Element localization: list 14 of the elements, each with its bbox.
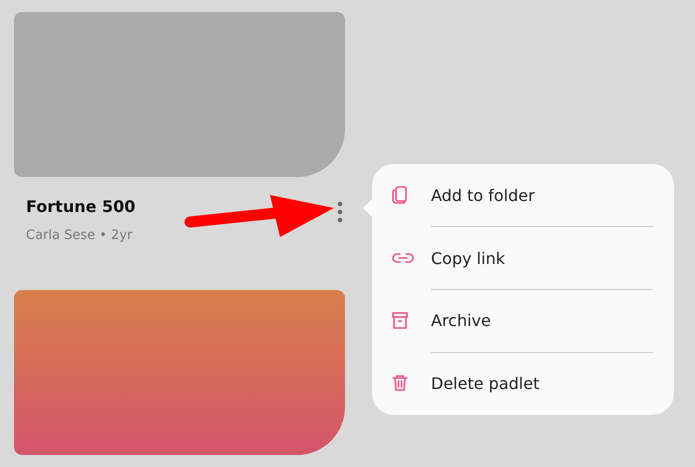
padlet-title: Fortune 500 [26, 197, 136, 216]
link-icon [392, 252, 414, 264]
padlet-byline: Carla Sese • 2yr [26, 228, 134, 243]
menu-item[interactable]: Archive [372, 300, 674, 341]
more-icon [337, 201, 343, 223]
more-button[interactable] [335, 199, 345, 225]
copy-icon [392, 186, 408, 204]
menu-item[interactable]: Copy link [372, 238, 674, 278]
menu-item[interactable]: Add to folder [372, 175, 674, 216]
archive-icon [392, 312, 408, 330]
thumbnail[interactable] [14, 290, 345, 455]
trash-icon [392, 374, 408, 392]
thumbnail[interactable] [14, 12, 345, 177]
menu-item[interactable]: Delete padlet [372, 363, 674, 404]
